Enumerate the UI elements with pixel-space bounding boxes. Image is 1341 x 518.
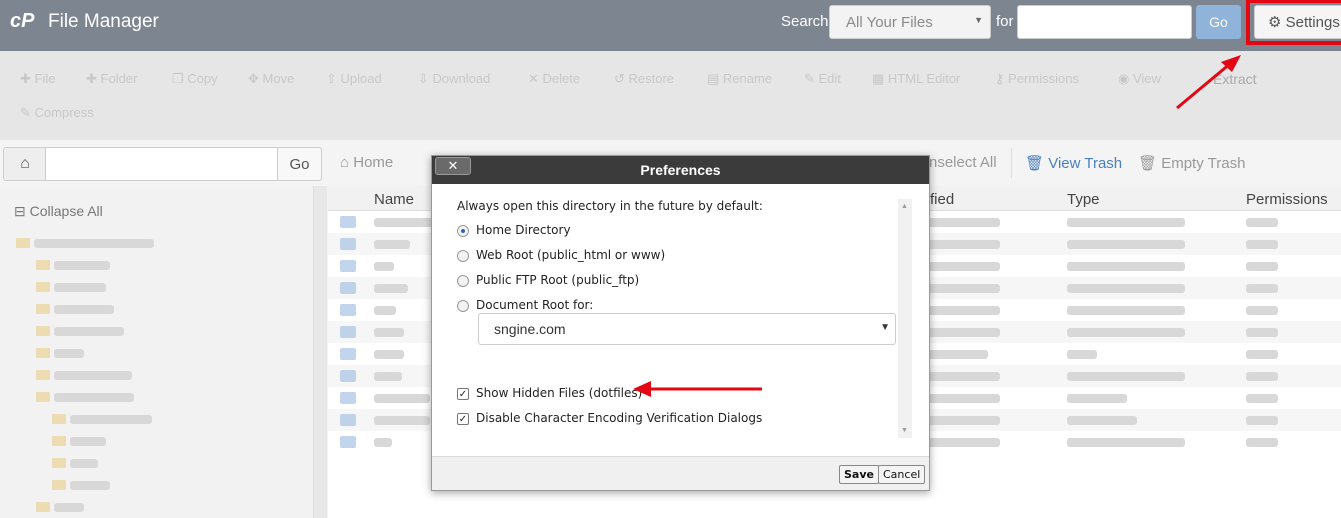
settings-pointer-arrow bbox=[1176, 55, 1241, 110]
file-manager-app: cP File Manager Search All Your Files ▼ … bbox=[0, 0, 1341, 518]
annotation-overlay bbox=[633, 55, 1241, 397]
hidden-files-pointer-arrow bbox=[633, 381, 762, 397]
